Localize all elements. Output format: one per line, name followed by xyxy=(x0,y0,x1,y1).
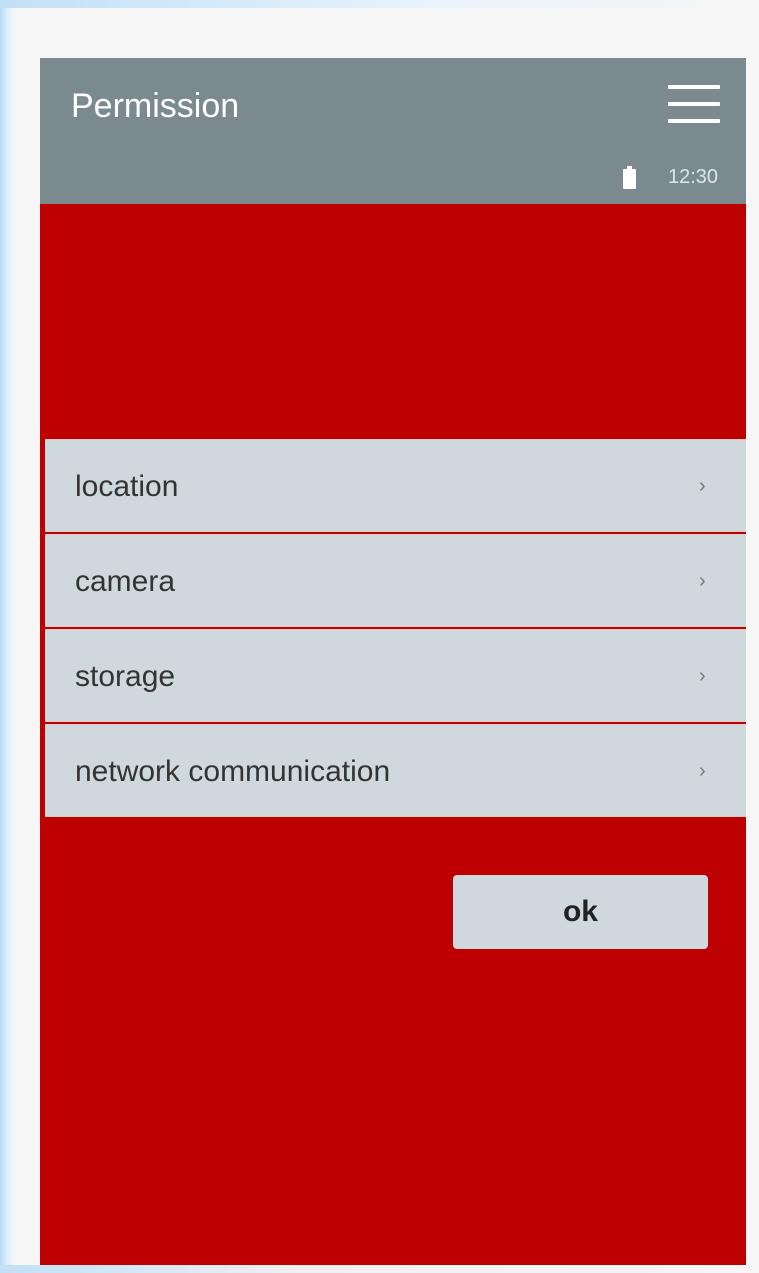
permission-list: location › camera › storage › network co… xyxy=(45,439,746,819)
hamburger-menu-icon[interactable] xyxy=(668,85,720,123)
permission-label: storage xyxy=(75,660,176,693)
permission-item-location[interactable]: location › xyxy=(45,439,746,532)
phone-screen: Permission 12:30 location › camera › sto… xyxy=(40,58,746,1265)
chevron-right-icon: › xyxy=(699,760,706,782)
app-bar: Permission 12:30 xyxy=(40,58,746,204)
status-time: 12:30 xyxy=(668,166,719,188)
battery-icon xyxy=(623,166,636,189)
chevron-right-icon: › xyxy=(699,665,706,687)
permission-item-camera[interactable]: camera › xyxy=(45,534,746,627)
window-bottom-edge xyxy=(0,1265,759,1273)
page-title: Permission xyxy=(71,87,240,125)
permission-item-network-communication[interactable]: network communication › xyxy=(45,724,746,817)
chevron-right-icon: › xyxy=(699,475,706,497)
permission-label: network communication xyxy=(75,755,391,788)
permission-item-storage[interactable]: storage › xyxy=(45,629,746,722)
permission-label: location xyxy=(75,470,179,503)
window-top-edge xyxy=(0,0,759,8)
ok-button[interactable]: ok xyxy=(453,875,708,949)
chevron-right-icon: › xyxy=(699,570,706,592)
permission-label: camera xyxy=(75,565,176,598)
